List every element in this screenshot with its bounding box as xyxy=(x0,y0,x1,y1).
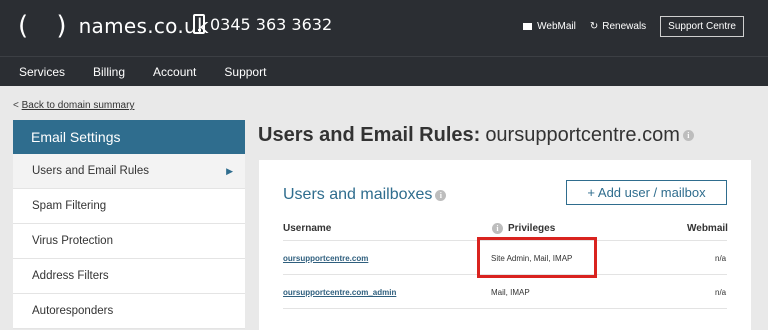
panel-title-label: Users and mailboxes xyxy=(283,186,433,203)
phone-icon xyxy=(193,14,205,34)
webmail-label: WebMail xyxy=(537,21,576,32)
phone-number: 0345 363 3632 xyxy=(210,14,333,34)
nav-account[interactable]: Account xyxy=(153,65,196,79)
highlight-annotation-box xyxy=(477,237,597,278)
column-header-username: Username xyxy=(283,223,332,234)
site-logo[interactable]: ( ) names.co.uk xyxy=(18,11,209,41)
webmail-link[interactable]: WebMail xyxy=(523,21,576,32)
privileges-cell: Mail, IMAP xyxy=(491,288,530,297)
logo-brackets: ( ) xyxy=(18,11,77,41)
caret-right-icon: ▶ xyxy=(226,166,233,176)
envelope-icon xyxy=(523,23,533,30)
column-header-privileges: i Privileges xyxy=(492,223,555,234)
add-user-mailbox-button[interactable]: + Add user / mailbox xyxy=(566,180,727,205)
sidebar-item-users-and-email-rules[interactable]: Users and Email Rules ▶ xyxy=(13,154,245,189)
info-icon[interactable]: i xyxy=(682,130,694,141)
top-header: ( ) names.co.uk 0345 363 3632 WebMail ↻ … xyxy=(0,0,768,56)
breadcrumb: < Back to domain summary xyxy=(13,100,134,111)
sidebar-item-label: Spam Filtering xyxy=(32,200,107,212)
back-to-domain-summary-link[interactable]: Back to domain summary xyxy=(22,100,135,111)
users-mailboxes-panel: Users and mailboxes i + Add user / mailb… xyxy=(259,160,751,330)
nav-services[interactable]: Services xyxy=(19,65,65,79)
column-header-webmail: Webmail xyxy=(687,223,728,234)
sidebar-heading: Email Settings xyxy=(13,120,245,154)
webmail-cell: n/a xyxy=(715,254,727,263)
sidebar-item-virus-protection[interactable]: Virus Protection xyxy=(13,224,245,259)
page-title-domain: oursupportcentre.com xyxy=(485,124,680,146)
phone-number-block: 0345 363 3632 xyxy=(193,14,332,34)
sidebar: Email Settings Users and Email Rules ▶ S… xyxy=(13,120,245,329)
nav-billing[interactable]: Billing xyxy=(93,65,125,79)
back-chevron: < xyxy=(13,100,19,111)
sidebar-item-label: Autoresponders xyxy=(32,305,114,317)
username-link[interactable]: oursupportcentre.com xyxy=(283,254,368,263)
panel-title: Users and mailboxes i xyxy=(283,186,447,204)
support-centre-button[interactable]: Support Centre xyxy=(660,16,744,37)
page-title: Users and Email Rules: oursupportcentre.… xyxy=(258,124,694,147)
renewals-link[interactable]: ↻ Renewals xyxy=(590,21,646,32)
nav-support[interactable]: Support xyxy=(224,65,266,79)
sidebar-item-label: Address Filters xyxy=(32,270,109,282)
webmail-cell: n/a xyxy=(715,288,727,297)
username-link[interactable]: oursupportcentre.com_admin xyxy=(283,288,396,297)
main-nav: Services Billing Account Support xyxy=(0,56,768,86)
page-title-main: Users and Email Rules: xyxy=(258,124,481,146)
header-links: WebMail ↻ Renewals Support Centre xyxy=(523,16,744,37)
sidebar-item-spam-filtering[interactable]: Spam Filtering xyxy=(13,189,245,224)
renewals-label: Renewals xyxy=(602,21,647,32)
sidebar-item-address-filters[interactable]: Address Filters xyxy=(13,259,245,294)
sidebar-item-label: Virus Protection xyxy=(32,235,113,247)
info-icon[interactable]: i xyxy=(492,223,503,234)
logo-text: names.co.uk xyxy=(78,14,209,38)
row-divider xyxy=(283,308,727,309)
refresh-icon: ↻ xyxy=(589,21,599,32)
sidebar-item-label: Users and Email Rules xyxy=(32,165,149,177)
info-icon[interactable]: i xyxy=(435,189,447,201)
sidebar-item-autoresponders[interactable]: Autoresponders xyxy=(13,294,245,329)
column-header-privileges-label: Privileges xyxy=(508,223,556,234)
